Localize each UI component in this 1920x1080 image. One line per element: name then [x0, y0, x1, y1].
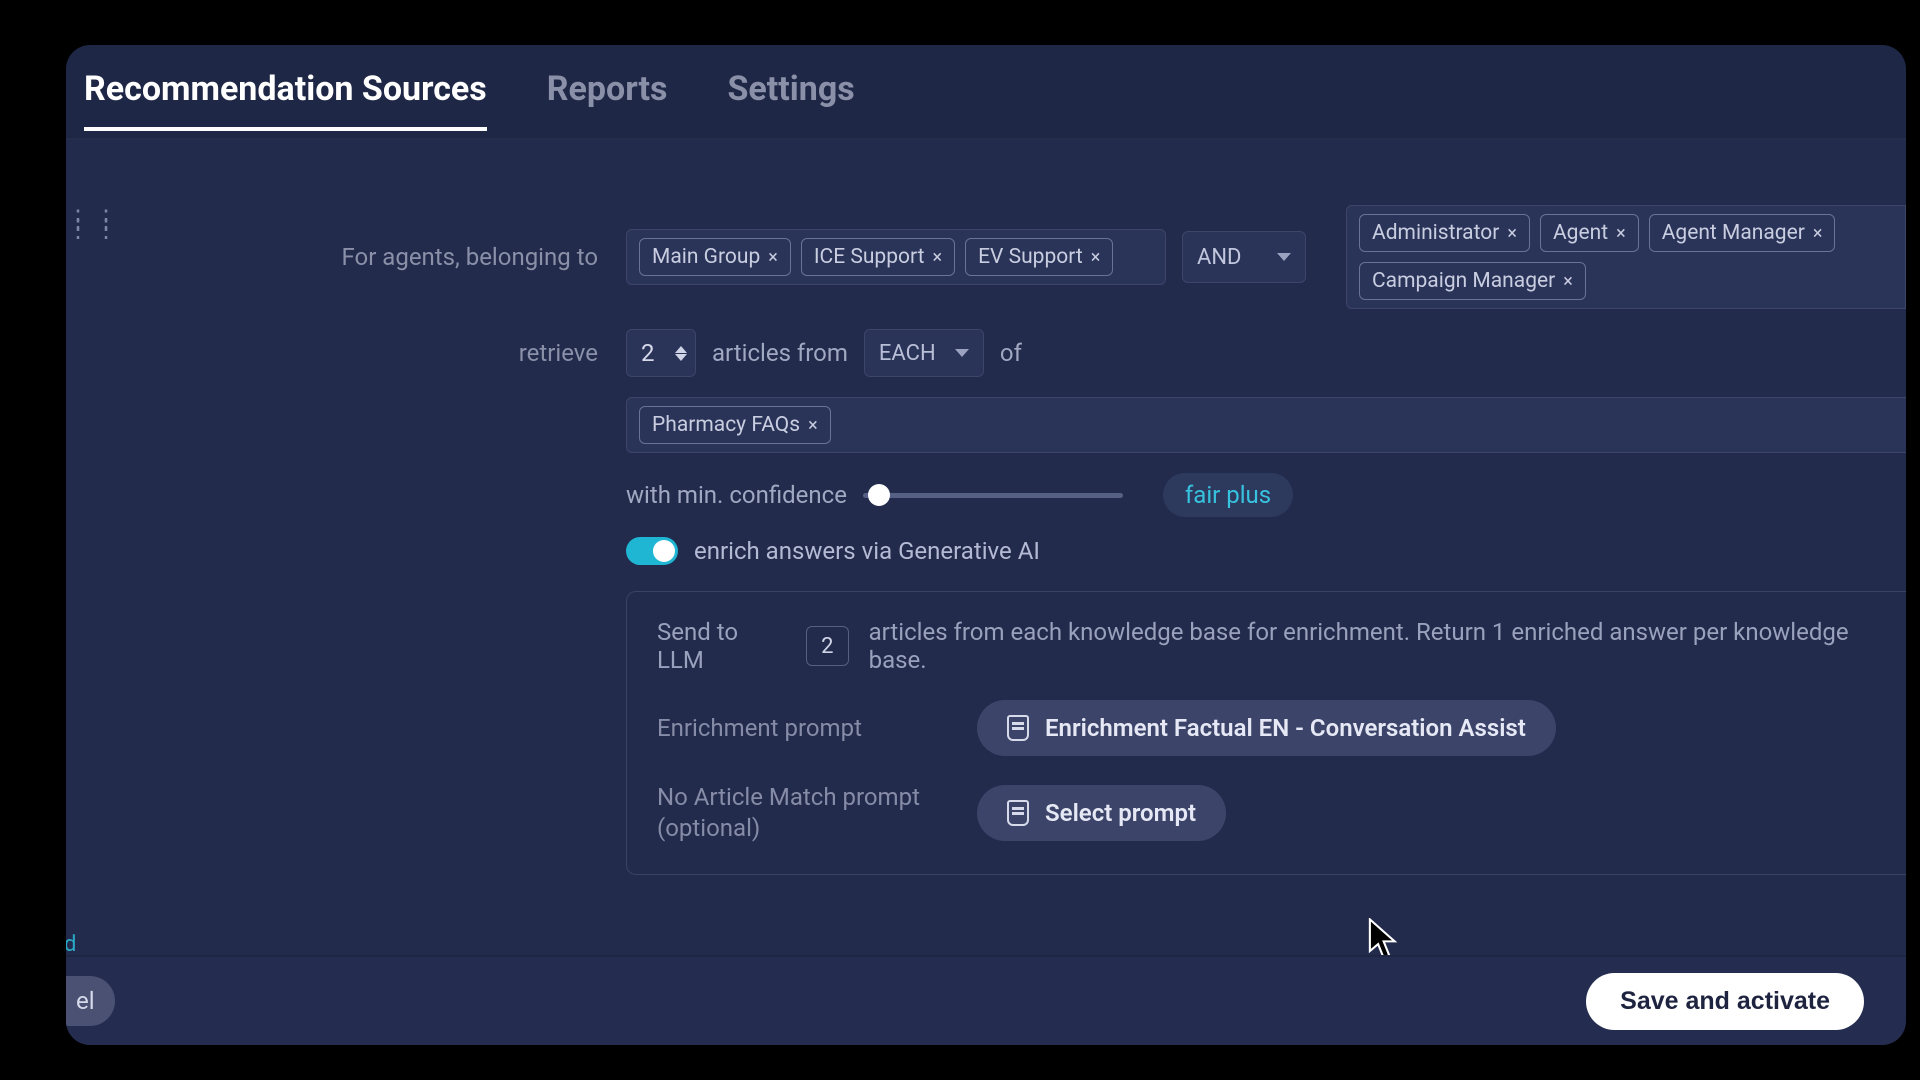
tab-recommendation-sources[interactable]: Recommendation Sources	[84, 69, 487, 131]
enrichment-prompt-button[interactable]: Enrichment Factual EN - Conversation Ass…	[977, 700, 1556, 756]
row-retrieve: retrieve 2 articles from EACH of	[66, 329, 1906, 377]
row-knowledge-bases: Pharmacy FAQs ×	[66, 397, 1906, 453]
main-content: ⋮⋮⋮⋮ For agents, belonging to Main Group…	[66, 140, 1906, 955]
agent-groups-input[interactable]: Main Group × ICE Support × EV Support ×	[626, 229, 1166, 285]
agent-group-chip[interactable]: EV Support ×	[965, 238, 1113, 276]
label-confidence: with min. confidence	[626, 481, 847, 509]
tab-bar: Recommendation Sources Reports Settings	[66, 45, 1906, 140]
role-chip[interactable]: Agent ×	[1540, 214, 1639, 252]
row-agent-groups: For agents, belonging to Main Group×ICE …	[66, 205, 1906, 309]
enrich-toggle[interactable]	[626, 537, 678, 565]
operator-value: AND	[1197, 245, 1241, 270]
chevron-down-icon	[1277, 253, 1291, 261]
tab-settings[interactable]: Settings	[727, 69, 854, 127]
save-and-activate-button[interactable]: Save and activate	[1586, 973, 1864, 1030]
prompt-icon	[1007, 800, 1029, 826]
enrichment-panel: Send to LLM 2 articles from each knowled…	[626, 591, 1906, 875]
agent-group-chip[interactable]: Main Group ×	[639, 238, 791, 276]
row-enrich-toggle: enrich answers via Generative AI	[66, 537, 1906, 565]
label-enrich: enrich answers via Generative AI	[694, 537, 1040, 565]
close-icon[interactable]: ×	[808, 415, 818, 436]
chip-label: EV Support	[978, 245, 1083, 269]
operator-select[interactable]: AND	[1182, 231, 1306, 283]
row-confidence: with min. confidence fair plus	[66, 473, 1906, 517]
text-send-prefix: Send to LLM	[657, 618, 786, 674]
no-match-prompt-button[interactable]: Select prompt	[977, 785, 1226, 841]
toggle-knob	[653, 540, 675, 562]
knowledge-base-chip[interactable]: Pharmacy FAQs ×	[639, 406, 831, 444]
footer-bar: el Save and activate	[66, 955, 1906, 1045]
chip-label: Agent	[1553, 221, 1608, 245]
label-retrieve: retrieve	[66, 339, 626, 367]
label-no-match-prompt: No Article Match prompt (optional)	[657, 782, 957, 844]
chip-label: Main Group	[652, 245, 760, 269]
chevron-down-icon	[955, 349, 969, 357]
each-value: EACH	[879, 341, 936, 366]
chip-label: Agent Manager	[1662, 221, 1805, 245]
close-icon[interactable]: ×	[1563, 271, 1573, 292]
agent-group-chip[interactable]: ICE Support ×	[801, 238, 955, 276]
drag-handle-icon[interactable]: ⋮⋮⋮⋮	[66, 214, 122, 234]
stepper-up-icon[interactable]	[675, 346, 687, 353]
close-icon[interactable]: ×	[932, 247, 942, 268]
confidence-slider[interactable]	[863, 493, 1123, 498]
slider-thumb[interactable]	[868, 484, 890, 506]
text-send-suffix: articles from each knowledge base for en…	[869, 618, 1876, 674]
panel-row-send: Send to LLM 2 articles from each knowled…	[657, 618, 1876, 674]
role-chip[interactable]: Campaign Manager ×	[1359, 262, 1586, 300]
panel-row-enrichment-prompt: Enrichment prompt Enrichment Factual EN …	[657, 700, 1876, 756]
enrichment-prompt-value: Enrichment Factual EN - Conversation Ass…	[1045, 714, 1526, 742]
close-icon[interactable]: ×	[1813, 223, 1823, 244]
panel-row-no-match-prompt: No Article Match prompt (optional) Selec…	[657, 782, 1876, 844]
retrieve-count-stepper[interactable]: 2	[626, 329, 696, 377]
truncated-link[interactable]: d	[66, 932, 76, 957]
knowledge-bases-input[interactable]: Pharmacy FAQs ×	[626, 397, 1906, 453]
retrieve-count-value: 2	[641, 339, 655, 367]
text-articles-from: articles from	[712, 339, 848, 367]
no-match-prompt-value: Select prompt	[1045, 799, 1196, 827]
llm-article-count[interactable]: 2	[806, 626, 849, 666]
label-agents: For agents, belonging to	[66, 243, 626, 271]
label-enrichment-prompt: Enrichment prompt	[657, 714, 957, 742]
tab-reports[interactable]: Reports	[547, 69, 668, 127]
chip-label: ICE Support	[814, 245, 925, 269]
role-chip[interactable]: Administrator ×	[1359, 214, 1530, 252]
cancel-button[interactable]: el	[66, 976, 115, 1026]
close-icon[interactable]: ×	[1616, 223, 1626, 244]
close-icon[interactable]: ×	[1091, 247, 1101, 268]
prompt-icon	[1007, 715, 1029, 741]
app-window: Recommendation Sources Reports Settings …	[66, 45, 1906, 1045]
close-icon[interactable]: ×	[1507, 223, 1517, 244]
text-of: of	[1000, 339, 1022, 367]
stepper-down-icon[interactable]	[675, 354, 687, 361]
each-select[interactable]: EACH	[864, 329, 984, 377]
close-icon[interactable]: ×	[768, 247, 778, 268]
chip-label: Campaign Manager	[1372, 269, 1555, 293]
role-chip[interactable]: Agent Manager ×	[1649, 214, 1836, 252]
roles-input[interactable]: Administrator×Agent×Agent Manager×Campai…	[1346, 205, 1906, 309]
confidence-level-pill: fair plus	[1163, 473, 1293, 517]
chip-label: Administrator	[1372, 221, 1499, 245]
chip-label: Pharmacy FAQs	[652, 413, 800, 437]
